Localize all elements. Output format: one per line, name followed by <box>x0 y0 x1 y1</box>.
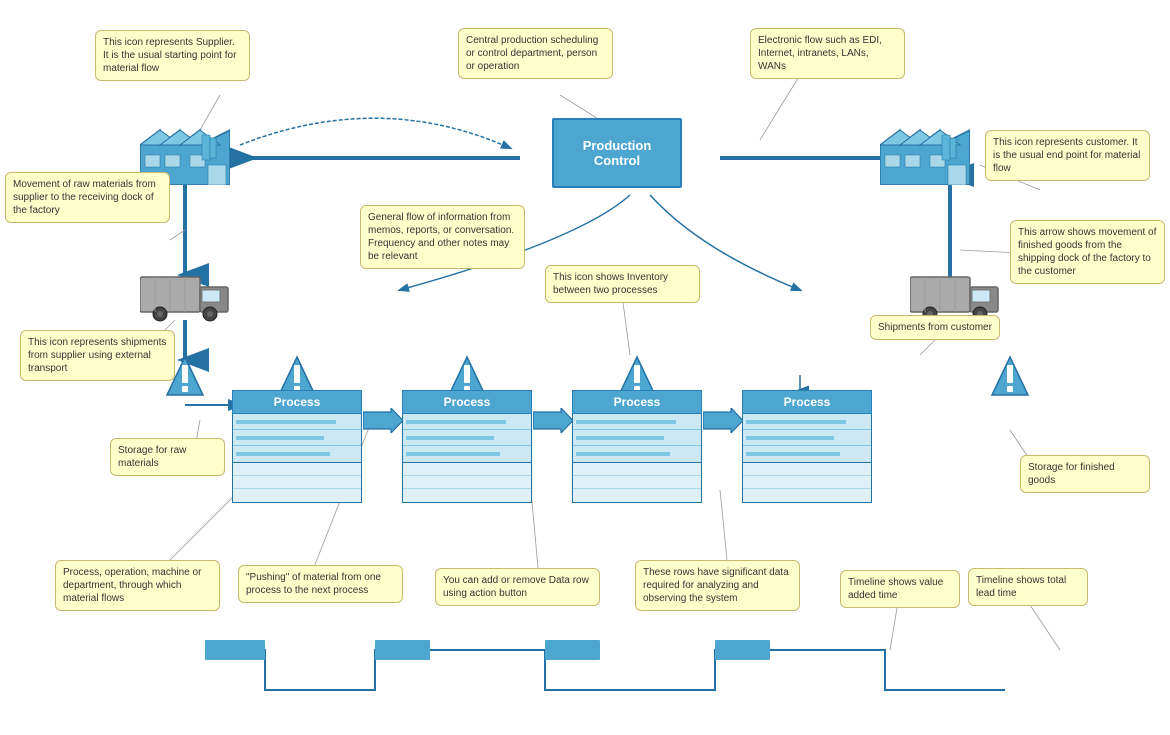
push-arrow-3 <box>703 408 743 436</box>
production-control-box: Production Control <box>552 118 682 188</box>
process-box-3: Process <box>572 390 702 503</box>
process-1-header: Process <box>232 390 362 414</box>
tooltip-shipments-customer: Shipments from customer <box>870 315 1000 340</box>
push-arrow-2 <box>533 408 573 436</box>
tooltip-finished-goods: This arrow shows movement of finished go… <box>1010 220 1165 284</box>
tooltip-data-rows-info: These rows have significant data require… <box>635 560 800 611</box>
tooltip-push-arrow: "Pushing" of material from one process t… <box>238 565 403 603</box>
process-box-1: Process <box>232 390 362 503</box>
diagram-container: { "title": "Value Stream Map Legend", "t… <box>0 0 1170 735</box>
process-3-header: Process <box>572 390 702 414</box>
supplier-truck <box>140 272 230 325</box>
tooltip-inventory-icon: This icon shows Inventory between two pr… <box>545 265 700 303</box>
tooltip-electronic-flow: Electronic flow such as EDI, Internet, i… <box>750 28 905 79</box>
tooltip-supplier-shipment: This icon represents shipments from supp… <box>20 330 175 381</box>
tooltip-supplier: This icon represents Supplier. It is the… <box>95 30 250 81</box>
timeline-svg <box>205 630 1005 710</box>
inventory-triangle-5 <box>990 355 1030 403</box>
tooltip-raw-material-movement: Movement of raw materials from supplier … <box>5 172 170 223</box>
process-2-header: Process <box>402 390 532 414</box>
tooltip-info-flow: General flow of information from memos, … <box>360 205 525 269</box>
tooltip-production-scheduling: Central production scheduling or control… <box>458 28 613 79</box>
production-control-label: Production Control <box>583 138 652 168</box>
tooltip-storage-raw: Storage for raw materials <box>110 438 225 476</box>
customer-factory <box>880 110 970 185</box>
process-box-4: Process <box>742 390 872 503</box>
process-box-2: Process <box>402 390 532 503</box>
tooltip-customer-end: This icon represents customer. It is the… <box>985 130 1150 181</box>
tooltip-data-row: You can add or remove Data row using act… <box>435 568 600 606</box>
tooltip-storage-finished: Storage for finished goods <box>1020 455 1150 493</box>
push-arrow-1 <box>363 408 403 436</box>
tooltip-timeline-value: Timeline shows value added time <box>840 570 960 608</box>
process-4-header: Process <box>742 390 872 414</box>
tooltip-process-op: Process, operation, machine or departmen… <box>55 560 220 611</box>
tooltip-timeline-lead: Timeline shows total lead time <box>968 568 1088 606</box>
